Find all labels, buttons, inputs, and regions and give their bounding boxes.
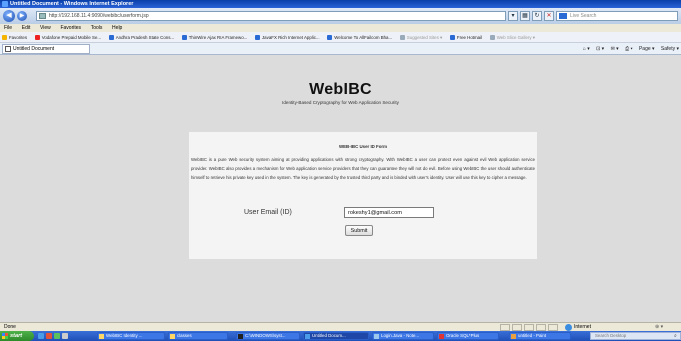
search-icon[interactable]: ⌕ [674,333,677,339]
ie-icon [305,334,310,339]
forward-button[interactable]: ▶ [17,11,27,21]
menu-help[interactable]: Help [108,24,126,32]
compat-view-button[interactable]: ▦ [520,11,530,21]
window-titlebar: Untitled Document - Windows Internet Exp… [0,0,681,8]
web-slice-icon [489,35,495,40]
taskbar-item[interactable]: Oracle SQL*Plus [437,332,499,340]
print-button[interactable]: ⎙ ▾ [625,46,633,52]
status-segment [524,324,534,331]
url-field[interactable]: http://192.168.11.4:9090/webibc/userform… [36,11,506,21]
ie-icon [2,1,8,7]
favorite-link[interactable]: Welcome To AllFailcom Bha... [325,32,396,42]
menu-bar: File Edit View Favorites Tools Help [0,24,681,32]
refresh-button[interactable]: ↻ [532,11,542,21]
start-button[interactable]: start [0,331,34,341]
status-segment [548,324,558,331]
feeds-button[interactable]: ⊡ ▾ [596,46,604,52]
page-icon [39,13,46,19]
taskbar-item[interactable]: untitled - Paint [509,332,571,340]
stop-button[interactable]: ✕ [544,11,554,21]
menu-file[interactable]: File [0,24,16,32]
address-bar: ◀ ▶ http://192.168.11.4:9090/webibc/user… [0,8,681,24]
page-icon [5,46,11,52]
site-subtitle: Identity-Based Cryptography for Web Appl… [282,100,399,105]
ie-page-icon [327,35,333,40]
favorite-link[interactable]: ThinWire Ajax RIA Framewo... [180,32,252,42]
ie-page-icon [181,35,187,40]
site-logo: WebIBC [309,81,372,98]
tab-untitled-document[interactable]: Untitled Document [2,44,90,54]
ie-quicklaunch-icon[interactable] [38,333,44,339]
favorite-link[interactable]: Andhra Pradesh State Cons... [107,32,178,42]
tab-bar: Untitled Document ⌂ ▾ ⊡ ▾ ✉ ▾ ⎙ ▾ Page ▾… [0,43,681,55]
cmd-icon [238,334,243,339]
ie-page-icon [254,35,260,40]
status-segment [536,324,546,331]
favorite-link[interactable]: Vodafone Prepaid Mobile Se... [33,32,105,42]
page-content: WebIBC Identity-Based Cryptography for W… [0,55,681,322]
url-text: http://192.168.11.4:9090/webibc/userform… [49,13,149,19]
form-description: WebIBC is a pure Web security system aim… [191,157,535,180]
media-quicklaunch-icon[interactable] [46,333,52,339]
favorite-link[interactable]: JavaFX Rich Internet Applic... [253,32,324,42]
suggested-sites-icon [399,35,405,40]
submit-button[interactable]: Submit [345,225,373,236]
paint-icon [511,334,516,339]
folder-icon [99,334,104,339]
live-search-icon [559,13,567,19]
favorites-button[interactable]: Favorites [0,32,31,42]
mail-button[interactable]: ✉ ▾ [611,46,619,52]
notepad-icon [374,334,379,339]
status-bar: Done Internet ⊕ ▾ [0,322,681,331]
favorites-bar: Favorites Vodafone Prepaid Mobile Se... … [0,32,681,43]
folder-icon [170,334,175,339]
page-menu-button[interactable]: Page ▾ [639,46,655,52]
vodafone-icon [34,35,40,40]
suggested-sites-link[interactable]: Suggested Sites ▾ [398,32,446,42]
ie-page-icon [449,35,455,40]
live-search-input[interactable]: Live Search [556,11,678,21]
windows-logo-icon [2,333,8,339]
home-button[interactable]: ⌂ ▾ [583,46,590,52]
url-dropdown-button[interactable]: ▾ [508,11,518,21]
app-quicklaunch-icon[interactable] [62,333,68,339]
back-button[interactable]: ◀ [3,10,15,22]
oracle-icon [439,334,444,339]
desktop-quicklaunch-icon[interactable] [54,333,60,339]
taskbar-item[interactable]: WebIBC Identity ... [97,332,165,340]
email-field[interactable] [344,207,434,218]
web-slice-gallery-link[interactable]: Web Slice Gallery ▾ [488,32,539,42]
menu-tools[interactable]: Tools [87,24,107,32]
desktop-search-input[interactable]: Search Desktop [593,333,673,339]
user-id-form: WEB-IBC User ID Form WebIBC is a pure We… [189,132,537,259]
menu-view[interactable]: View [36,24,55,32]
star-icon [2,35,7,40]
windows-taskbar: start WebIBC Identity ... classes C:\WIN… [0,331,681,341]
window-title: Untitled Document - Windows Internet Exp… [10,1,134,7]
command-bar: ⌂ ▾ ⊡ ▾ ✉ ▾ ⎙ ▾ Page ▾ Safety ▾ [578,43,679,55]
desktop-search[interactable]: Search Desktop ⌕ [590,332,681,340]
ie-page-icon [108,35,114,40]
email-label: User Email (ID) [244,209,292,216]
free-hotmail-link[interactable]: Free Hotmail [448,32,486,42]
menu-favorites[interactable]: Favorites [56,24,85,32]
taskbar-item-active[interactable]: Untitled Docum... [303,332,369,340]
taskbar-item[interactable]: C:\WINDOWS\syst... [236,332,300,340]
status-segment [512,324,522,331]
menu-edit[interactable]: Edit [18,24,35,32]
taskbar-item[interactable]: Login.Java - Note... [372,332,434,340]
form-title: WEB-IBC User ID Form [338,144,388,149]
safety-menu-button[interactable]: Safety ▾ [661,46,679,52]
taskbar-item[interactable]: classes [168,332,228,340]
status-segment [500,324,510,331]
globe-icon [565,324,572,331]
